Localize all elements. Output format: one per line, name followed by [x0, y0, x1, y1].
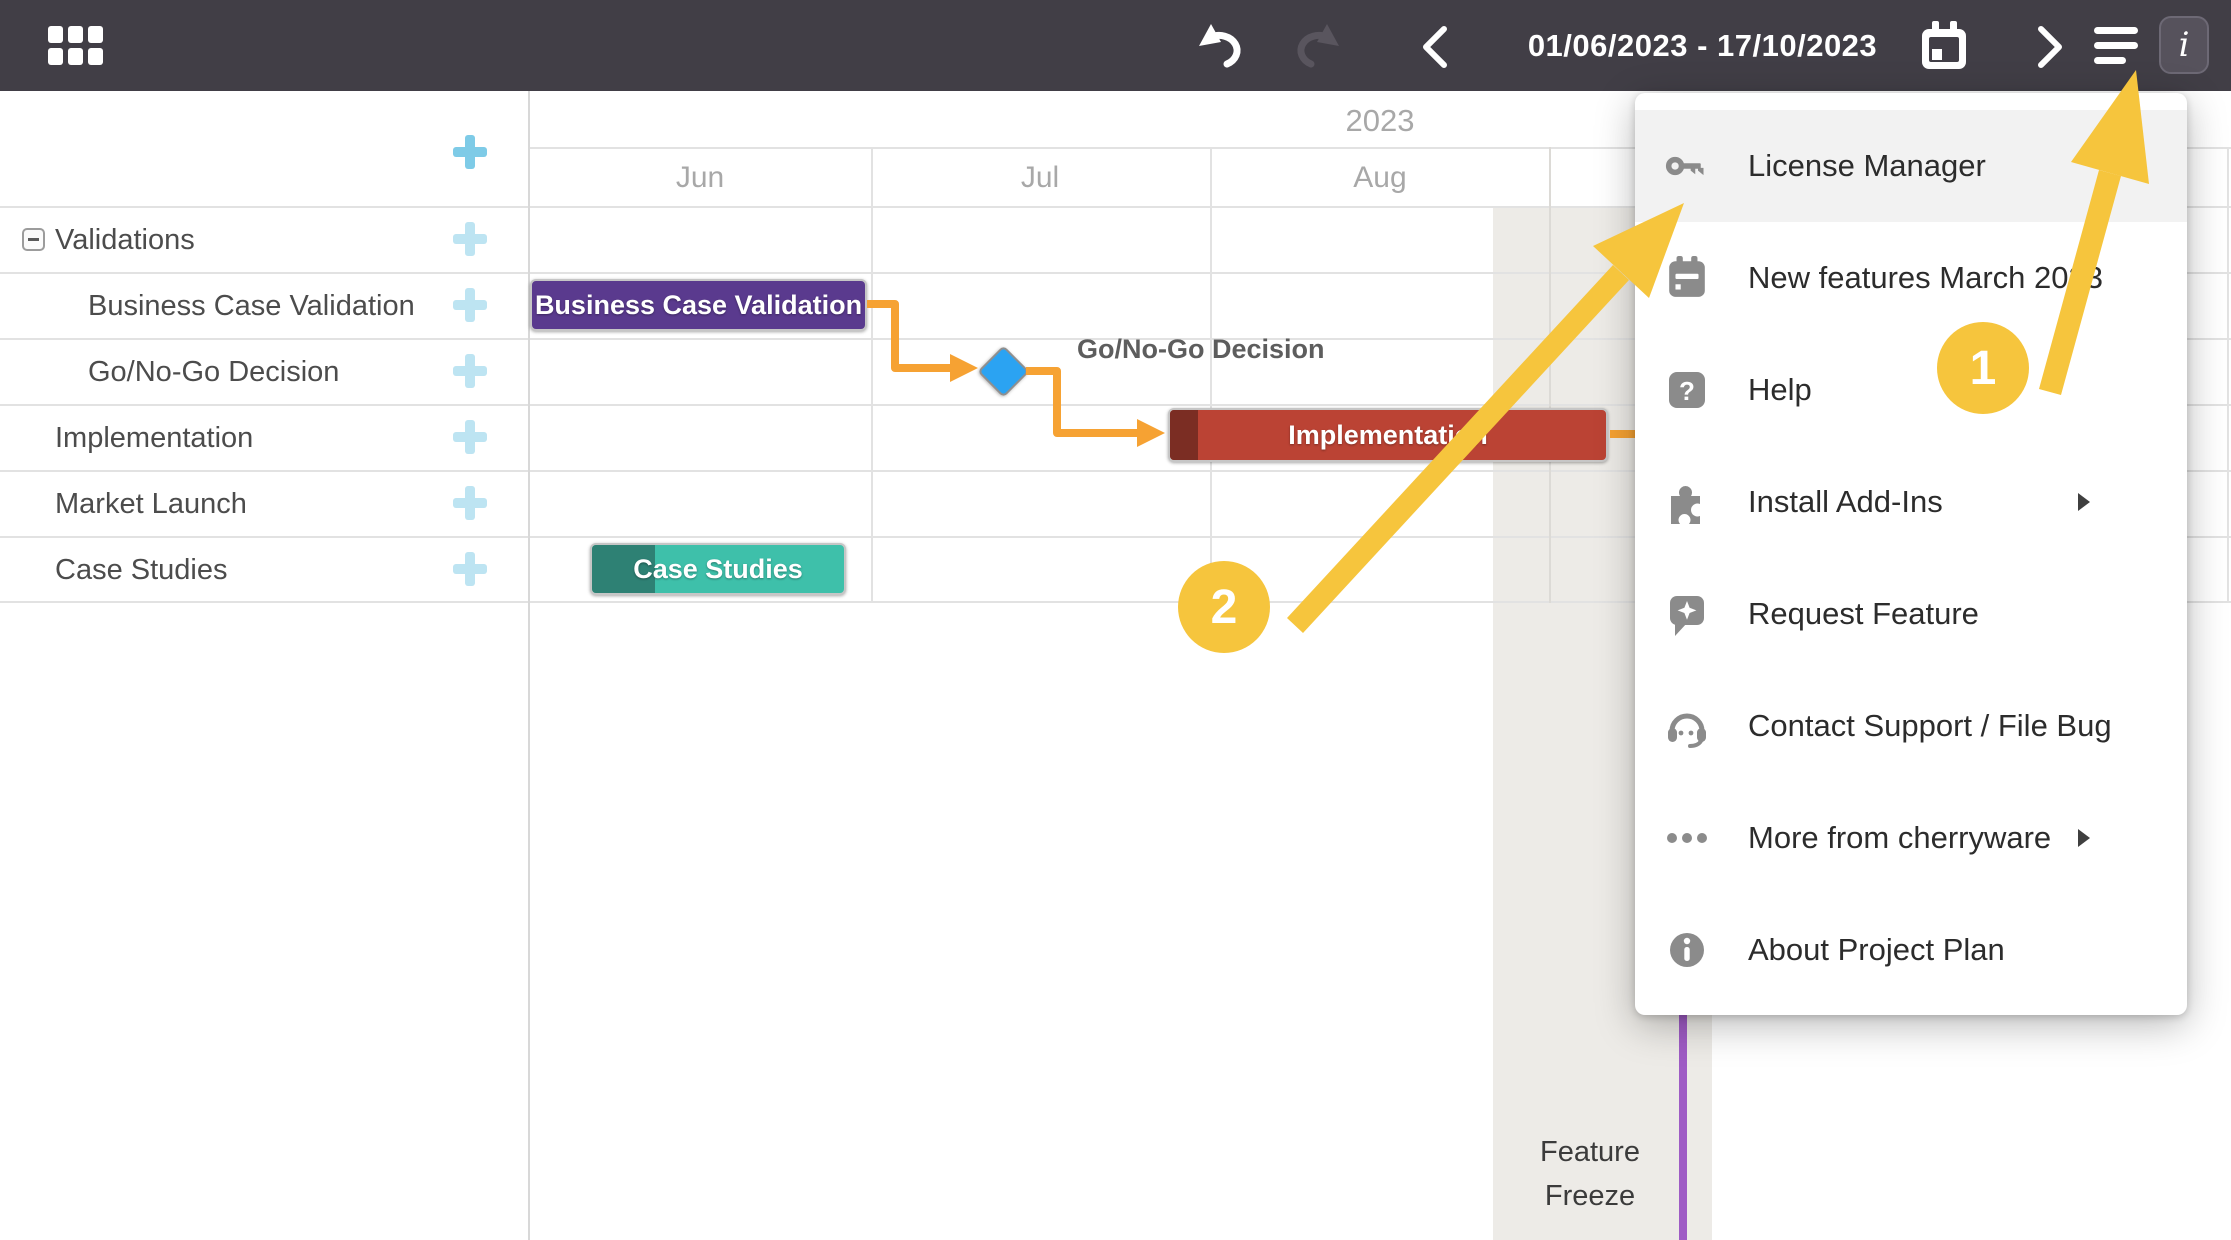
about-info-icon: [1665, 928, 1709, 972]
prev-period-button[interactable]: [1415, 24, 1455, 70]
app-grid-icon[interactable]: [48, 26, 110, 65]
add-subtask-business-case-button[interactable]: [453, 288, 487, 322]
sidebar-item-business-case-validation[interactable]: Business Case Validation: [88, 290, 415, 323]
menu-item-more-from-cherryware[interactable]: More from cherryware: [1635, 782, 2187, 894]
next-period-button[interactable]: [2030, 24, 2070, 70]
year-header: 2023: [1280, 103, 1480, 139]
undo-icon: [1197, 22, 1251, 70]
add-subtask-implementation-button[interactable]: [453, 420, 487, 454]
sidebar-item-market-launch[interactable]: Market Launch: [55, 488, 247, 521]
month-header-jul: Jul: [870, 161, 1210, 195]
step-1-badge: 1: [1937, 322, 2029, 414]
feature-freeze-label: Feature Freeze: [1500, 1130, 1680, 1218]
feature-freeze-line1: Feature: [1500, 1130, 1680, 1174]
puzzle-icon: [1665, 480, 1709, 524]
svg-text:?: ?: [1679, 376, 1695, 406]
menu-item-about-project-plan[interactable]: About Project Plan: [1635, 894, 2187, 1006]
add-subtask-validations-button[interactable]: [453, 222, 487, 256]
month-header-jun: Jun: [530, 161, 870, 195]
menu-item-help[interactable]: ? Help: [1635, 334, 2187, 446]
calendar-icon: [1665, 256, 1709, 300]
redo-button[interactable]: [1286, 20, 1342, 72]
gantt-bar-implementation[interactable]: Implementation: [1168, 408, 1608, 462]
support-headset-icon: [1665, 704, 1709, 748]
feature-freeze-line2: Freeze: [1500, 1174, 1680, 1218]
sidebar-item-go-no-go-decision[interactable]: Go/No-Go Decision: [88, 356, 339, 389]
menu-item-label: Request Feature: [1748, 596, 1979, 632]
calendar-picker-button[interactable]: [1918, 20, 1970, 74]
milestone-go-no-go[interactable]: [977, 345, 1029, 397]
menu-item-label: New features March 2023: [1748, 260, 2103, 296]
sidebar-item-implementation[interactable]: Implementation: [55, 422, 253, 455]
sidebar-item-case-studies[interactable]: Case Studies: [55, 554, 228, 587]
menu-item-label: Contact Support / File Bug: [1748, 708, 2112, 744]
menu-item-label: More from cherryware: [1748, 820, 2051, 856]
date-range[interactable]: 01/06/2023 - 17/10/2023: [1505, 0, 1900, 91]
menu-item-install-add-ins[interactable]: Install Add-Ins: [1635, 446, 2187, 558]
menu-item-label: Help: [1748, 372, 1812, 408]
redo-icon: [1287, 22, 1341, 70]
overflow-menu: License Manager New features March 2023 …: [1635, 93, 2187, 1015]
add-subtask-case-studies-button[interactable]: [453, 552, 487, 586]
menu-item-label: About Project Plan: [1748, 932, 2005, 968]
calendar-icon: [1920, 21, 1968, 73]
progress-fill: [1170, 410, 1198, 460]
sidebar-item-validations[interactable]: Validations: [55, 224, 195, 257]
sidebar-divider: [528, 91, 530, 1240]
add-subtask-market-launch-button[interactable]: [453, 486, 487, 520]
more-dots-icon: [1665, 816, 1709, 860]
milestone-label: Go/No-Go Decision: [1077, 334, 1325, 365]
bar-label: Business Case Validation: [535, 290, 862, 321]
key-icon: [1665, 144, 1709, 188]
chevron-right-icon: [2037, 26, 2063, 68]
submenu-arrow-icon: [2077, 828, 2091, 848]
gantt-bar-business-case-validation[interactable]: Business Case Validation: [530, 279, 867, 331]
collapse-toggle-validations[interactable]: [22, 228, 45, 251]
feature-request-icon: [1665, 592, 1709, 636]
toolbar: 01/06/2023 - 17/10/2023 i: [0, 0, 2231, 91]
add-task-button[interactable]: [453, 135, 487, 169]
hamburger-icon: [2093, 25, 2139, 67]
main-menu-button[interactable]: [2091, 22, 2141, 70]
submenu-arrow-icon: [2077, 492, 2091, 512]
menu-item-license-manager[interactable]: License Manager: [1635, 110, 2187, 222]
bar-label: Implementation: [1288, 420, 1488, 451]
undo-button[interactable]: [1196, 20, 1252, 72]
menu-item-label: License Manager: [1748, 148, 1986, 184]
menu-item-contact-support[interactable]: Contact Support / File Bug: [1635, 670, 2187, 782]
month-header-aug: Aug: [1210, 161, 1550, 195]
gantt-bar-case-studies[interactable]: Case Studies: [590, 543, 846, 595]
add-subtask-go-no-go-button[interactable]: [453, 354, 487, 388]
menu-item-new-features[interactable]: New features March 2023: [1635, 222, 2187, 334]
info-button[interactable]: i: [2159, 16, 2209, 74]
step-2-badge: 2: [1178, 561, 1270, 653]
menu-item-request-feature[interactable]: Request Feature: [1635, 558, 2187, 670]
help-icon: ?: [1665, 368, 1709, 412]
chevron-left-icon: [1422, 26, 1448, 68]
bar-label: Case Studies: [633, 554, 803, 585]
menu-item-label: Install Add-Ins: [1748, 484, 1943, 520]
